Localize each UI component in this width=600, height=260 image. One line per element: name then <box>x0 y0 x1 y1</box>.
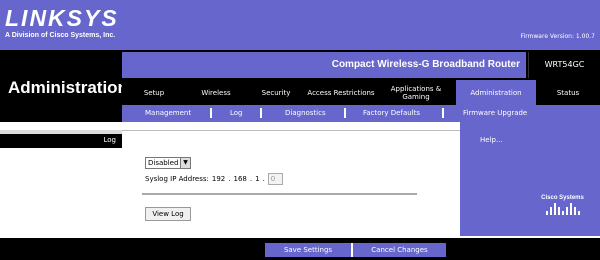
cisco-logo-text: Cisco Systems <box>541 195 584 201</box>
firmware-version: Firmware Version: 1.00.7 <box>520 33 595 40</box>
subtab-factory-defaults[interactable]: Factory Defaults <box>363 109 420 117</box>
ip-octet-3: 1 <box>255 175 260 183</box>
tab-applications-gaming[interactable]: Applications & Gaming <box>376 80 456 105</box>
subtab-diagnostics[interactable]: Diagnostics <box>285 109 326 117</box>
main-tabs: Setup Wireless Security Access Restricti… <box>122 80 600 105</box>
tab-status[interactable]: Status <box>536 80 600 105</box>
tab-security[interactable]: Security <box>246 80 306 105</box>
header-bar: Administration Compact Wireless-G Broadb… <box>0 50 600 122</box>
tab-access-restrictions[interactable]: Access Restrictions <box>306 80 376 105</box>
cisco-bars-icon <box>535 203 590 215</box>
view-log-button[interactable]: View Log <box>145 207 191 221</box>
ip-octet-1: 192 <box>211 175 226 183</box>
tab-administration[interactable]: Administration <box>456 80 536 105</box>
model-box: WRT54GC <box>528 52 600 78</box>
subtab-separator <box>210 108 212 118</box>
ip-dot: . <box>262 175 265 183</box>
subtab-firmware-upgrade[interactable]: Firmware Upgrade <box>463 109 527 117</box>
section-divider <box>142 193 417 195</box>
logo-name: LINKSYS <box>5 5 119 31</box>
subtab-management[interactable]: Management <box>145 109 191 117</box>
cancel-changes-button[interactable]: Cancel Changes <box>353 245 446 255</box>
tab-wireless[interactable]: Wireless <box>186 80 246 105</box>
product-name: Compact Wireless-G Broadband Router <box>331 59 520 70</box>
log-status-select[interactable]: Disabled ▼ <box>145 157 191 169</box>
help-link[interactable]: Help... <box>480 136 503 144</box>
chevron-down-icon[interactable]: ▼ <box>180 158 190 168</box>
subtab-separator <box>344 108 346 118</box>
logo-subtitle: A Division of Cisco Systems, Inc. <box>5 32 116 39</box>
content-area: Log Disabled ▼ Syslog IP Address: 192 . … <box>0 122 600 260</box>
syslog-ip-label: Syslog IP Address: <box>145 175 209 183</box>
save-settings-button[interactable]: Save Settings <box>265 245 351 255</box>
tab-setup[interactable]: Setup <box>122 80 186 105</box>
log-settings-panel: Disabled ▼ Syslog IP Address: 192 . 168 … <box>122 130 460 236</box>
subtab-separator <box>442 108 444 118</box>
section-label-bar: Log <box>0 134 122 148</box>
syslog-ip-row: Syslog IP Address: 192 . 168 . 1 . 0 <box>145 173 283 185</box>
page-title: Administration <box>8 78 128 97</box>
subtab-log[interactable]: Log <box>230 109 243 117</box>
top-banner: LINKSYS A Division of Cisco Systems, Inc… <box>0 0 600 50</box>
help-panel: Help... Cisco Systems <box>460 122 600 236</box>
section-label: Log <box>103 136 116 144</box>
log-status-value: Disabled <box>148 159 179 167</box>
sub-tabs: Management Log Diagnostics Factory Defau… <box>122 105 600 122</box>
footer-buttons: Save Settings Cancel Changes <box>265 243 446 257</box>
linksys-logo: LINKSYS A Division of Cisco Systems, Inc… <box>5 7 119 40</box>
ip-dot: . <box>249 175 253 183</box>
subtab-separator <box>260 108 262 118</box>
model-name: WRT54GC <box>544 60 585 69</box>
ip-octet-2: 168 <box>233 175 247 183</box>
cisco-logo: Cisco Systems <box>535 195 590 229</box>
ip-dot: . <box>228 175 231 183</box>
product-bar: Compact Wireless-G Broadband Router <box>122 52 526 78</box>
ip-octet-4-input[interactable]: 0 <box>267 173 283 185</box>
